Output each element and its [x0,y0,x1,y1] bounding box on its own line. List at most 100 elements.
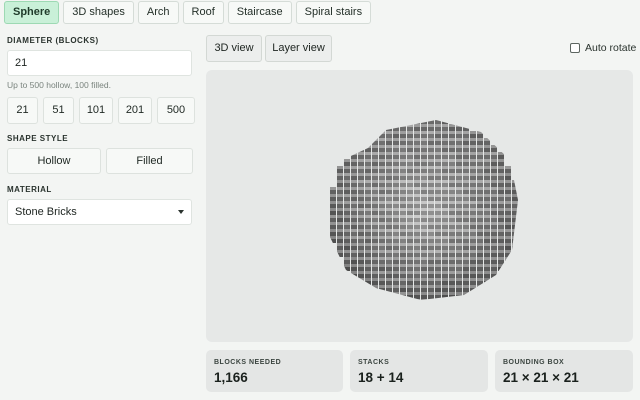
voxel-block-top [505,173,511,176]
voxel-block-top [386,138,392,141]
voxel-block-side [372,190,378,194]
voxel-block-side [351,197,357,201]
voxel-block-side [407,204,413,208]
voxel-block-top [498,257,504,260]
voxel-block-side [379,148,385,152]
voxel-block-side [463,225,469,229]
voxel-block-side [400,120,406,124]
voxel-block-side [477,232,483,236]
preset-51-button[interactable]: 51 [43,97,74,124]
voxel-block-top [351,180,357,183]
voxel-block-top [414,124,420,127]
tab-sphere[interactable]: Sphere [4,1,60,24]
voxel-block-side [358,246,364,250]
auto-rotate-checkbox[interactable] [570,43,580,53]
voxel-block-top [365,250,371,253]
tab-roof[interactable]: Roof [182,1,224,24]
voxel-block-top [365,229,371,232]
voxel-block-top [400,208,406,211]
voxel-block-side [484,183,490,187]
tab-3d-shapes[interactable]: 3D shapes [63,1,134,24]
voxel-block-top [449,271,455,274]
voxel-block-side [456,267,462,271]
tab-spiral-stairs[interactable]: Spiral stairs [295,1,372,24]
voxel-block-side [407,246,413,250]
voxel-block-side [365,141,371,145]
layer-view-button[interactable]: Layer view [265,35,332,62]
voxel-block-top [400,145,406,148]
material-select[interactable]: Stone Bricks [7,199,192,225]
voxel-block-top [428,166,434,169]
chevron-down-icon [178,210,184,214]
voxel-block-side [428,155,434,159]
voxel-block-top [386,159,392,162]
voxel-block-top [372,201,378,204]
voxel-block-top [393,264,399,267]
voxel-block-top [484,208,490,211]
voxel-block-side [456,239,462,243]
preset-101-button[interactable]: 101 [79,97,113,124]
voxel-block-side [435,232,441,236]
diameter-input[interactable]: 21 [7,50,192,76]
3d-view-button[interactable]: 3D view [206,35,262,62]
preset-21-button[interactable]: 21 [7,97,38,124]
hollow-button[interactable]: Hollow [7,148,101,174]
voxel-block-top [498,201,504,204]
voxel-block-top [351,250,357,253]
voxel-block-top [400,131,406,134]
preset-201-button[interactable]: 201 [118,97,152,124]
voxel-block-top [386,278,392,281]
voxel-block-side [400,169,406,173]
voxel-block-top [379,124,385,127]
voxel-block-top [456,264,462,267]
voxel-block-top [414,187,420,190]
voxel-block-side [379,288,385,292]
voxel-block-top [428,306,434,309]
voxel-sphere-render [330,117,518,309]
voxel-block-top [414,299,420,300]
voxel-block-side [421,218,427,222]
voxel-block-top [337,229,343,232]
voxel-block-top [442,250,448,253]
voxel-block-top [484,250,490,253]
voxel-block-top [365,271,371,274]
voxel-block-top [386,131,392,134]
voxel-block-top [358,152,364,155]
voxel-block-side [470,218,476,222]
voxel-block-top [435,250,441,253]
voxel-block-side [463,232,469,236]
voxel-block-side [372,260,378,264]
voxel-block-side [365,183,371,187]
voxel-block-top [491,250,497,253]
voxel-block-top [393,124,399,127]
voxel-block-side [351,218,357,222]
voxel-block-side [456,169,462,173]
filled-button[interactable]: Filled [106,148,193,174]
voxel-block-top [491,180,497,183]
voxel-block-top [386,243,392,246]
voxel-block-top [435,215,441,218]
voxel-block-side [379,211,385,215]
voxel-block-top [400,117,406,120]
voxel-block-top [407,187,413,190]
tab-staircase[interactable]: Staircase [227,1,292,24]
tab-arch[interactable]: Arch [137,1,179,24]
voxel-block-top [400,159,406,162]
voxel-block-side [498,197,504,201]
preset-500-button[interactable]: 500 [157,97,195,124]
voxel-block-side [435,176,441,180]
voxel-block-top [442,138,448,141]
voxel-block-side [449,190,455,194]
voxel-block-side [421,148,427,152]
voxel-block-side [442,134,448,138]
voxel-block-side [484,225,490,229]
voxel-block-top [365,243,371,246]
voxel-block-top [393,131,399,134]
voxel-block-side [442,148,448,152]
voxel-block-top [456,138,462,141]
auto-rotate-toggle[interactable]: Auto rotate [570,42,636,54]
voxel-block-side [400,155,406,159]
voxel-block-top [351,145,357,148]
voxel-block-top [442,187,448,190]
sphere-3d-viewport[interactable] [206,70,633,342]
